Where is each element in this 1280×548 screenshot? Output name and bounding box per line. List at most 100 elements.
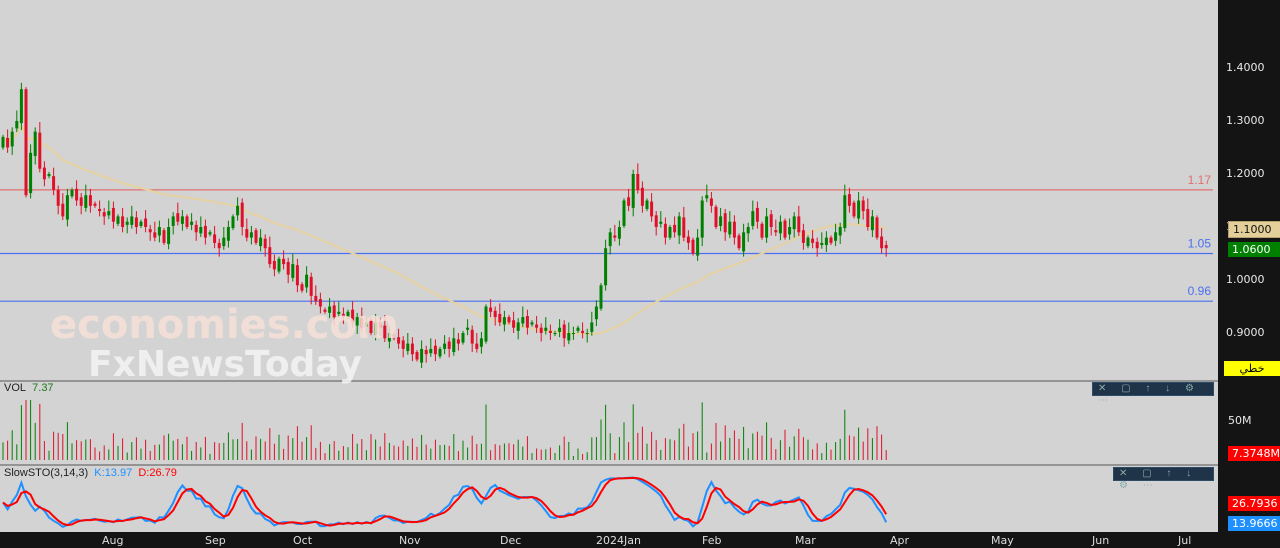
candle-body: [470, 329, 474, 344]
candle-body: [420, 348, 424, 363]
candle-body: [75, 188, 79, 201]
candle-body: [765, 216, 769, 238]
candle-body: [512, 320, 516, 328]
candle-body: [673, 224, 677, 233]
candle-body: [728, 221, 732, 235]
candle-body: [663, 223, 667, 238]
candle-body: [231, 216, 235, 229]
watermark-fxnewstoday: FxNewsToday: [88, 344, 362, 385]
candle-body: [516, 322, 520, 331]
candle-body: [116, 216, 120, 224]
time-tick: Feb: [702, 534, 722, 547]
candle-body: [558, 327, 562, 332]
watermark-economies: economies.com: [50, 302, 399, 348]
candle-body: [861, 200, 865, 212]
candle-body: [452, 338, 456, 353]
candle-body: [475, 343, 479, 349]
candle-body: [171, 216, 175, 226]
candle-body: [723, 213, 727, 233]
candle-body: [240, 202, 244, 227]
candle-body: [79, 197, 83, 206]
candle-body: [811, 238, 815, 243]
candle-body: [631, 174, 635, 208]
candle-body: [788, 227, 792, 235]
candlestick-chart[interactable]: 1.17 1.05 0.96: [0, 0, 1218, 548]
candle-body: [167, 227, 171, 244]
candle-body: [236, 205, 240, 216]
candle-body: [815, 241, 819, 249]
candle-body: [599, 285, 603, 309]
candle-body: [746, 227, 750, 234]
time-tick: Oct: [293, 534, 313, 547]
candle-body: [576, 327, 580, 331]
candle-body: [489, 307, 493, 312]
candle-body: [217, 242, 221, 249]
candle-body: [291, 264, 295, 278]
candle-body: [194, 224, 198, 233]
stoch-d-label: D:26.79: [138, 467, 177, 479]
stoch-k-label: K:13.97: [94, 467, 133, 479]
candle-body: [263, 238, 267, 249]
candle-body: [401, 340, 405, 349]
candle-body: [121, 216, 125, 227]
candle-body: [70, 189, 74, 197]
candle-body: [866, 208, 870, 227]
candle-body: [806, 237, 810, 247]
candle-body: [203, 225, 207, 238]
candle-body: [10, 131, 14, 147]
candle-body: [208, 232, 212, 235]
candle-body: [456, 339, 460, 344]
candle-body: [857, 200, 861, 219]
candle-body: [433, 345, 437, 355]
time-tick: Apr: [890, 534, 910, 547]
candle-body: [654, 215, 658, 227]
time-tick: Jun: [1092, 534, 1110, 547]
candle-body: [268, 247, 272, 265]
candle-body: [636, 174, 640, 190]
candle-body: [277, 258, 281, 272]
candle-body: [93, 203, 97, 206]
candle-body: [544, 327, 548, 331]
candle-body: [705, 195, 709, 199]
candle-body: [792, 216, 796, 230]
volume-pane-tools[interactable]: ✕ ▢ ↑ ↓ ⚙ ⋯: [1092, 382, 1214, 406]
candle-body: [650, 201, 654, 217]
candle-body: [553, 333, 557, 335]
candle-body: [843, 195, 847, 229]
candle-body: [447, 341, 451, 349]
candle-body: [107, 211, 111, 216]
chart-type-button[interactable]: خطي: [1224, 361, 1280, 376]
time-tick: Sep: [205, 534, 226, 547]
candle-body: [820, 242, 824, 246]
candle-body: [286, 261, 290, 275]
candle-body: [125, 221, 129, 225]
candle-body: [226, 227, 230, 241]
time-tick: 2024Jan: [596, 534, 641, 547]
level-label: 1.05: [1188, 237, 1212, 251]
time-tick: Mar: [795, 534, 816, 547]
candle-body: [185, 216, 189, 227]
candle-body: [709, 198, 713, 206]
candle-body: [838, 227, 842, 236]
candle-body: [613, 235, 617, 238]
candle-body: [719, 216, 723, 226]
price-tick: 1.2000: [1226, 167, 1265, 180]
candle-body: [594, 306, 598, 320]
stoch-pane-tools[interactable]: ✕ ▢ ↑ ↓ ⚙ ⋯: [1113, 467, 1214, 491]
candle-body: [33, 131, 37, 156]
candle-body: [834, 232, 838, 241]
candle-body: [56, 189, 60, 206]
candle-body: [249, 232, 253, 238]
candle-body: [581, 330, 585, 333]
candle-body: [98, 208, 102, 212]
candle-body: [295, 265, 299, 286]
candle-body: [682, 217, 686, 238]
price-tick: 0.9000: [1226, 326, 1265, 339]
time-tick: Nov: [399, 534, 421, 547]
candle-body: [102, 212, 106, 217]
candle-body: [714, 206, 718, 227]
candle-body: [502, 317, 506, 325]
candle-body: [88, 195, 92, 206]
candle-body: [608, 232, 612, 247]
price-tick: 1.4000: [1226, 61, 1265, 74]
